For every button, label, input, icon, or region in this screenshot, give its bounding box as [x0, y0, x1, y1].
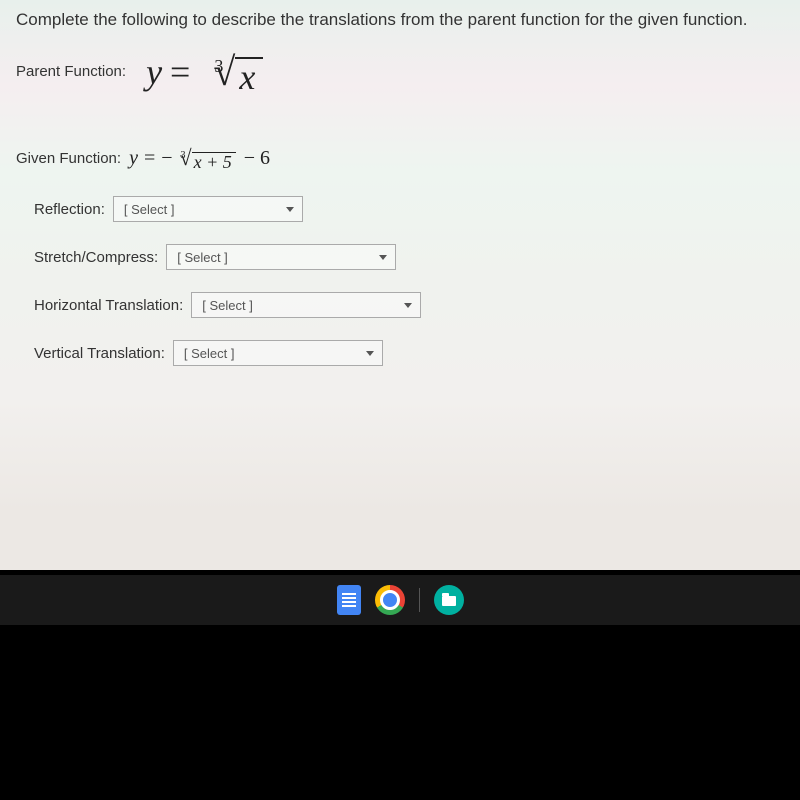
vertical-translation-select[interactable]: [ Select ] — [173, 340, 383, 366]
chevron-down-icon — [379, 255, 387, 260]
horizontal-translation-label: Horizontal Translation: — [34, 297, 183, 314]
parent-function-expression: y = 3 √ x — [146, 48, 263, 95]
given-function-label: Given Function: — [16, 150, 121, 167]
select-placeholder: [ Select ] — [124, 202, 175, 217]
chrome-app-icon[interactable] — [375, 585, 405, 615]
cube-root: 3 √ x + 5 — [175, 145, 236, 171]
equals-sign: = — [170, 51, 190, 93]
stretch-compress-row: Stretch/Compress: [ Select ] — [34, 244, 784, 270]
reflection-label: Reflection: — [34, 201, 105, 218]
stretch-compress-select[interactable]: [ Select ] — [166, 244, 396, 270]
question-prompt: Complete the following to describe the t… — [16, 10, 784, 30]
chevron-down-icon — [366, 351, 374, 356]
reflection-row: Reflection: [ Select ] — [34, 196, 784, 222]
given-function-row: Given Function: y = − 3 √ x + 5 − 6 — [16, 145, 784, 171]
desk-area — [0, 625, 800, 800]
parent-function-row: Parent Function: y = 3 √ x — [16, 48, 784, 95]
given-function-expression: y = − 3 √ x + 5 − 6 — [129, 145, 270, 171]
taskbar-divider — [419, 588, 420, 612]
docs-app-icon[interactable] — [337, 585, 361, 615]
reflection-select[interactable]: [ Select ] — [113, 196, 303, 222]
root-index: 3 — [214, 56, 223, 77]
worksheet-panel: Complete the following to describe the t… — [0, 0, 800, 570]
taskbar — [0, 575, 800, 625]
select-placeholder: [ Select ] — [184, 346, 235, 361]
select-placeholder: [ Select ] — [177, 250, 228, 265]
constant-term: − 6 — [244, 147, 270, 170]
vertical-translation-label: Vertical Translation: — [34, 345, 165, 362]
chevron-down-icon — [286, 207, 294, 212]
var-y: y — [146, 51, 162, 93]
negative-sign: − — [161, 147, 172, 170]
chevron-down-icon — [404, 303, 412, 308]
vertical-translation-row: Vertical Translation: [ Select ] — [34, 340, 784, 366]
radicand: x — [235, 57, 263, 95]
horizontal-translation-select[interactable]: [ Select ] — [191, 292, 421, 318]
root-index: 3 — [181, 150, 186, 161]
cube-root: 3 √ x — [204, 48, 263, 95]
files-app-icon[interactable] — [434, 585, 464, 615]
equals-sign: = — [144, 147, 155, 170]
stretch-compress-label: Stretch/Compress: — [34, 249, 158, 266]
parent-function-label: Parent Function: — [16, 63, 126, 80]
select-placeholder: [ Select ] — [202, 298, 253, 313]
var-y: y — [129, 147, 138, 170]
radicand: x + 5 — [192, 152, 236, 171]
horizontal-translation-row: Horizontal Translation: [ Select ] — [34, 292, 784, 318]
